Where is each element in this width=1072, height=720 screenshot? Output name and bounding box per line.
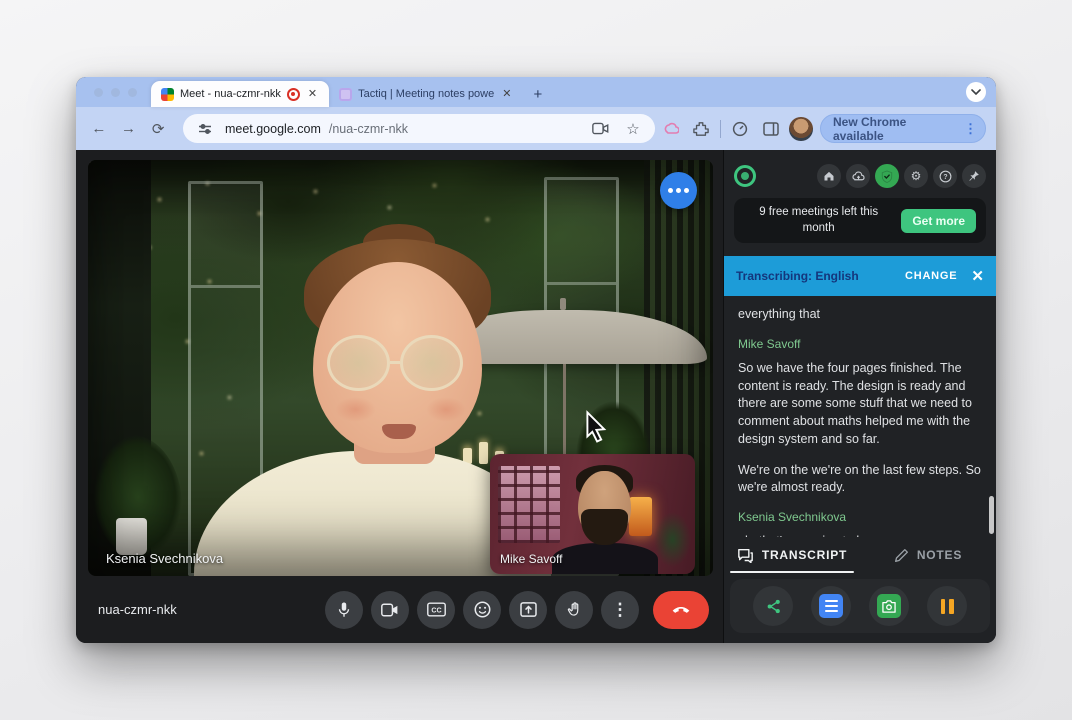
zoom-window-icon[interactable]: [128, 88, 137, 97]
mouse-cursor: [582, 410, 612, 446]
settings-gear-icon[interactable]: ⚙: [904, 164, 928, 188]
meet-control-bar: nua-czmr-nkk CC: [76, 576, 723, 643]
side-panel-icon[interactable]: [759, 122, 783, 136]
recording-indicator-icon: [287, 88, 300, 101]
transcribing-status-label: Transcribing: English: [736, 269, 895, 283]
cloud-upload-icon[interactable]: [846, 164, 870, 188]
transcript-tab-label: TRANSCRIPT: [762, 548, 847, 562]
privacy-shield-icon[interactable]: [875, 164, 899, 188]
notes-tab-label: NOTES: [917, 548, 962, 562]
camera-capture-icon: [877, 594, 901, 618]
tab-transcript[interactable]: TRANSCRIPT: [724, 537, 860, 573]
forward-icon[interactable]: →: [116, 120, 142, 137]
new-tab-button[interactable]: +: [523, 86, 552, 107]
tactiq-favicon-icon: [339, 88, 352, 101]
close-banner-icon[interactable]: ✕: [971, 267, 984, 285]
tactiq-logo-icon: [734, 165, 756, 187]
pip-plant: [654, 512, 691, 567]
scrollbar-thumb[interactable]: [989, 496, 994, 534]
transcript-speaker: Ksenia Svechnikova: [738, 510, 982, 524]
raise-hand-button[interactable]: [555, 591, 593, 629]
site-settings-icon[interactable]: [193, 122, 217, 136]
google-docs-icon: [819, 594, 843, 618]
screenshot-button[interactable]: [869, 586, 909, 626]
tab-strip: Meet - nua-czmr-nkk ✕ Tactiq | Meeting n…: [76, 77, 996, 107]
participant-name-label: Ksenia Svechnikova: [106, 551, 223, 566]
profile-avatar[interactable]: [789, 117, 813, 141]
gauge-icon[interactable]: [728, 121, 752, 137]
transcript-line: So we have the four pages finished. The …: [738, 360, 982, 449]
home-icon[interactable]: [817, 164, 841, 188]
tab-notes[interactable]: NOTES: [860, 537, 996, 573]
transcript-line: We're on the we're on the last few steps…: [738, 462, 982, 498]
main-video-tile[interactable]: Ksenia Svechnikova Mike Savoff: [88, 160, 713, 576]
transcript-chat-icon: [737, 548, 754, 563]
tab-title: Meet - nua-czmr-nkk: [180, 88, 281, 100]
tab-search-chevron-icon[interactable]: [966, 82, 986, 102]
toolbar-divider: [720, 120, 721, 138]
reactions-button[interactable]: [463, 591, 501, 629]
share-icon: [765, 598, 782, 615]
reload-icon[interactable]: ⟳: [145, 120, 171, 138]
svg-text:?: ?: [943, 173, 947, 180]
notes-pencil-icon: [894, 548, 909, 563]
change-language-button[interactable]: CHANGE: [905, 270, 957, 282]
chrome-menu-icon[interactable]: ⋮: [964, 121, 977, 137]
captions-button[interactable]: CC: [417, 591, 455, 629]
pip-window-background: [498, 466, 560, 543]
help-icon[interactable]: ?: [933, 164, 957, 188]
browser-toolbar: ← → ⟳ meet.google.com/nua-czmr-nkk ☆: [76, 107, 996, 150]
pip-video-tile[interactable]: Mike Savoff: [490, 454, 695, 574]
svg-text:CC: CC: [431, 607, 441, 615]
url-host: meet.google.com: [225, 122, 321, 136]
extensions-puzzle-icon[interactable]: [690, 121, 714, 137]
transcript-line: everything that: [738, 306, 982, 324]
bookmark-star-icon[interactable]: ☆: [621, 120, 645, 138]
pip-fireplace: [629, 497, 652, 535]
sidebar-action-bar: [730, 579, 990, 633]
transcribing-banner: Transcribing: English CHANGE ✕: [724, 256, 996, 296]
get-more-button[interactable]: Get more: [901, 209, 976, 233]
end-call-button[interactable]: [653, 591, 709, 629]
meeting-code-label: nua-czmr-nkk: [98, 602, 325, 617]
pin-icon[interactable]: [962, 164, 986, 188]
minimize-window-icon[interactable]: [111, 88, 120, 97]
tactiq-sidebar: ⚙ ? 9 free meetings left this month Get …: [723, 150, 996, 643]
close-window-icon[interactable]: [94, 88, 103, 97]
chrome-update-label: New Chrome available: [833, 115, 958, 143]
tab-title: Tactiq | Meeting notes powe: [358, 88, 494, 100]
chrome-update-button[interactable]: New Chrome available ⋮: [820, 114, 986, 143]
camera-in-use-icon[interactable]: [589, 122, 613, 135]
microphone-button[interactable]: [325, 591, 363, 629]
address-bar[interactable]: meet.google.com/nua-czmr-nkk ☆: [183, 114, 655, 143]
pause-icon: [941, 599, 954, 614]
present-button[interactable]: [509, 591, 547, 629]
free-meetings-card: 9 free meetings left this month Get more: [734, 198, 986, 243]
pink-extension-icon[interactable]: [659, 122, 683, 136]
tab-tactiq[interactable]: Tactiq | Meeting notes powe ✕: [329, 81, 523, 107]
url-path: /nua-czmr-nkk: [329, 122, 408, 136]
browser-window: Meet - nua-czmr-nkk ✕ Tactiq | Meeting n…: [76, 77, 996, 643]
transcript-panel[interactable]: everything that Mike Savoff So we have t…: [724, 296, 996, 537]
pause-transcription-button[interactable]: [927, 586, 967, 626]
more-options-button[interactable]: ⋮: [601, 591, 639, 629]
free-meetings-label: 9 free meetings left this month: [744, 205, 893, 236]
close-tab-icon[interactable]: ✕: [500, 88, 513, 101]
pip-name-label: Mike Savoff: [500, 552, 562, 566]
share-button[interactable]: [753, 586, 793, 626]
meet-favicon-icon: [161, 88, 174, 101]
sidebar-tabs: TRANSCRIPT NOTES: [724, 537, 996, 573]
camera-button[interactable]: [371, 591, 409, 629]
close-tab-icon[interactable]: ✕: [306, 88, 319, 101]
chat-notification-bubble-icon[interactable]: [660, 172, 697, 209]
window-controls[interactable]: [76, 77, 151, 107]
back-icon[interactable]: ←: [86, 120, 112, 137]
meet-stage: Ksenia Svechnikova Mike Savoff nua-czmr-…: [76, 150, 723, 643]
tab-meet[interactable]: Meet - nua-czmr-nkk ✕: [151, 81, 329, 107]
google-docs-button[interactable]: [811, 586, 851, 626]
transcript-speaker: Mike Savoff: [738, 337, 982, 351]
